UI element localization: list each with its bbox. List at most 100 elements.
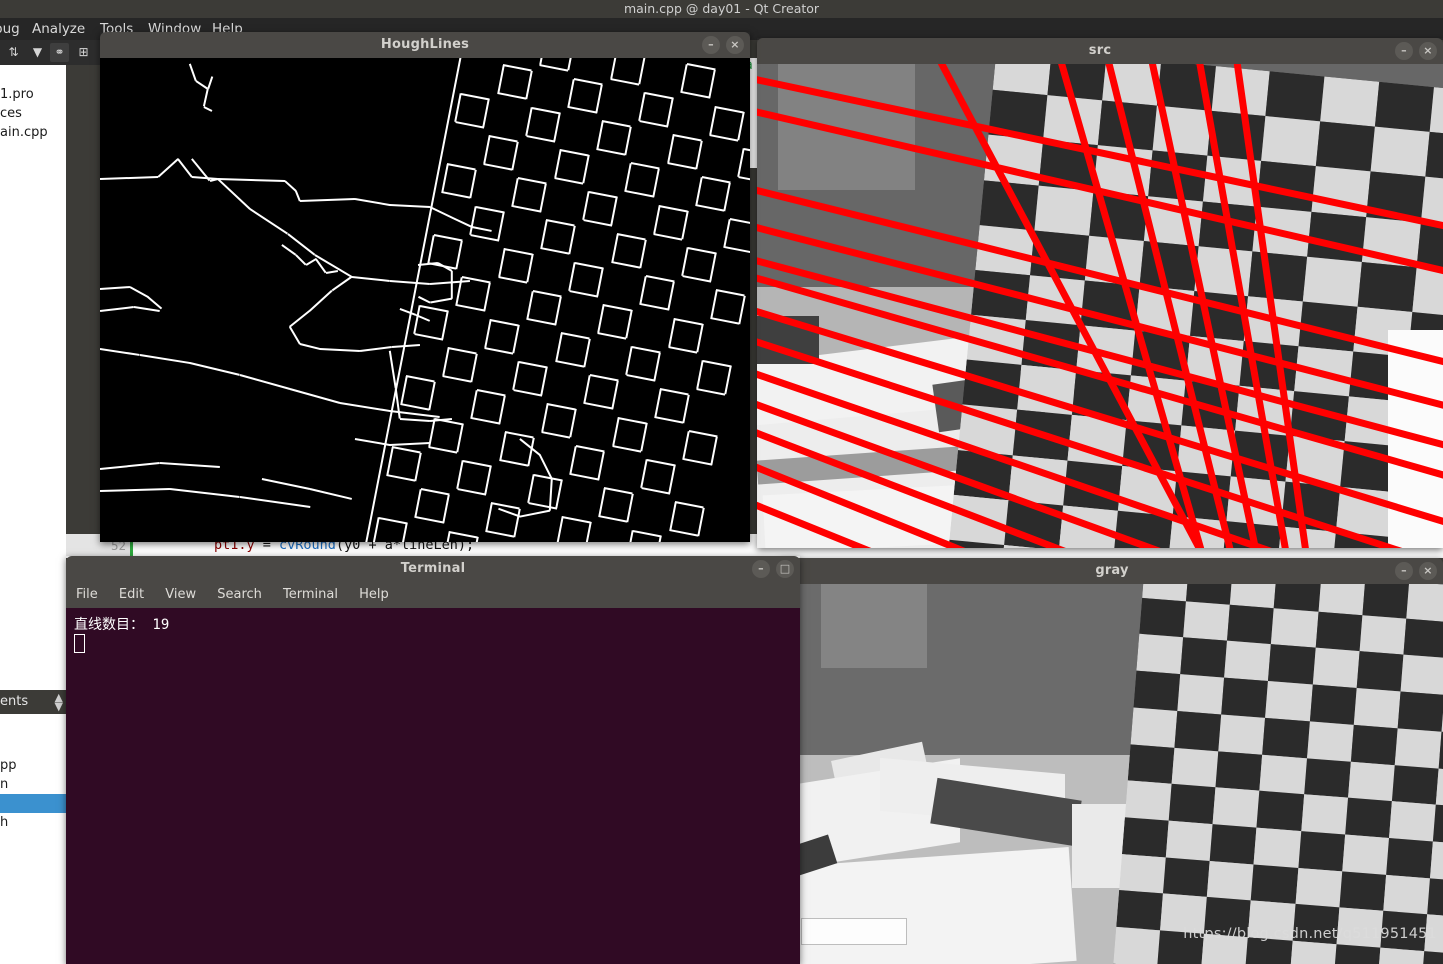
qt-creator-titlebar: main.cpp @ day01 - Qt Creator (0, 0, 1443, 18)
src-title: src (1089, 43, 1111, 58)
edge-segment (697, 388, 726, 395)
open-documents-list[interactable]: pp n h (0, 714, 66, 964)
edge-segment (638, 58, 645, 85)
split-icon[interactable]: ⊞ (74, 43, 93, 62)
sort-order-icon[interactable]: ⇅ (4, 43, 23, 62)
menu-debug[interactable]: bug (0, 20, 20, 38)
edge-segment (442, 192, 471, 199)
edge-segment (390, 442, 430, 446)
edge-segment (738, 176, 750, 183)
terminal-menu-view[interactable]: View (165, 587, 196, 602)
edge-segment (569, 290, 598, 297)
open-doc-item-header[interactable]: h (0, 813, 66, 832)
edge-segment (640, 304, 669, 311)
minimize-icon[interactable]: – (1395, 42, 1413, 60)
edge-segment (218, 178, 285, 182)
edge-segment (555, 296, 562, 325)
close-icon[interactable]: × (1419, 42, 1437, 60)
terminal-menu-file[interactable]: File (76, 587, 98, 602)
houghlines-titlebar[interactable]: HoughLines – × (100, 32, 750, 58)
edge-segment (430, 280, 470, 285)
qt-creator-toolbar: ⇅ ▼ ⚭ ⊞ (0, 40, 100, 65)
terminal-titlebar[interactable]: Terminal – □ (66, 556, 800, 582)
terminal-cursor (74, 634, 85, 653)
minimize-icon[interactable]: – (702, 36, 720, 54)
edge-segment (617, 233, 646, 240)
open-doc-item-cpp[interactable]: pp (0, 756, 66, 775)
edge-segment (588, 191, 617, 198)
tree-item-pro[interactable]: 1.pro (0, 85, 34, 104)
houghlines-image-canvas (100, 58, 750, 542)
edge-segment (147, 296, 162, 309)
edge-segment (499, 395, 506, 424)
close-icon[interactable]: × (1419, 562, 1437, 580)
edge-segment (695, 177, 702, 206)
window-gray[interactable]: gray – × https://blog.c (781, 558, 1443, 964)
houghlines-window-controls[interactable]: – × (702, 36, 744, 54)
gray-titlebar[interactable]: gray – × (781, 558, 1443, 584)
edge-segment (500, 460, 529, 467)
edge-segment (668, 282, 675, 311)
edge-segment (612, 381, 619, 410)
close-icon[interactable]: × (726, 36, 744, 54)
edge-segment (512, 141, 519, 170)
edge-segment (682, 394, 689, 423)
edge-segment (627, 494, 634, 523)
edge-segment (554, 149, 561, 178)
chevron-updown-icon[interactable]: ▲▼ (55, 693, 63, 711)
edge-segment (681, 211, 688, 240)
filter-icon[interactable]: ▼ (28, 43, 47, 62)
edge-segment (675, 501, 704, 508)
terminal-menu-edit[interactable]: Edit (119, 587, 144, 602)
terminal-output-area[interactable]: 直线数目： 19 (66, 608, 800, 964)
edge-segment (673, 134, 702, 141)
terminal-menu-terminal[interactable]: Terminal (283, 587, 338, 602)
edge-segment (400, 376, 407, 405)
edge-segment (332, 276, 353, 291)
terminal-menu-search[interactable]: Search (217, 587, 262, 602)
edge-segment (569, 226, 576, 255)
edge-segment (134, 306, 160, 312)
window-terminal[interactable]: Terminal – □ File Edit View Search Termi… (66, 556, 800, 964)
edge-segment (485, 347, 514, 354)
edge-segment (632, 346, 661, 353)
link-icon[interactable]: ⚭ (50, 43, 69, 62)
edge-segment (667, 135, 674, 164)
open-doc-item-second[interactable]: n (0, 775, 66, 794)
minimize-icon[interactable]: – (1395, 562, 1413, 580)
tree-item-main-cpp[interactable]: ain.cpp (0, 123, 48, 142)
edge-segment (696, 205, 725, 212)
terminal-title: Terminal (401, 561, 465, 576)
src-titlebar[interactable]: src – × (757, 38, 1443, 64)
terminal-cursor-row (74, 634, 792, 654)
src-window-controls[interactable]: – × (1395, 42, 1437, 60)
edge-segment (554, 177, 583, 184)
edge-segment (546, 219, 575, 226)
maximize-icon[interactable]: □ (776, 560, 794, 578)
edge-segment (483, 136, 490, 165)
edge-segment (513, 325, 520, 354)
window-src[interactable]: src – × (757, 38, 1443, 548)
terminal-menubar[interactable]: File Edit View Search Terminal Help (66, 582, 800, 608)
edge-segment (526, 291, 533, 320)
edge-segment (711, 437, 718, 466)
edge-segment (457, 488, 486, 495)
edge-segment (414, 489, 421, 518)
edge-segment (290, 310, 311, 327)
terminal-menu-help[interactable]: Help (359, 587, 389, 602)
edge-segment (604, 487, 633, 494)
edge-segment (262, 478, 310, 490)
edge-segment (514, 508, 521, 537)
window-houghlines[interactable]: HoughLines – × (100, 32, 750, 542)
tree-item-sources[interactable]: ces (0, 104, 22, 123)
edge-segment (140, 354, 190, 364)
edge-segment (512, 178, 519, 207)
minimize-icon[interactable]: – (752, 560, 770, 578)
terminal-window-controls[interactable]: – □ (752, 560, 794, 578)
edge-segment (528, 502, 557, 509)
edge-segment (499, 276, 528, 283)
open-doc-item-selected[interactable] (0, 794, 66, 813)
project-tree[interactable]: 1.pro ces ain.cpp (0, 65, 66, 690)
menu-analyze[interactable]: Analyze (32, 20, 85, 38)
gray-window-controls[interactable]: – × (1395, 562, 1437, 580)
